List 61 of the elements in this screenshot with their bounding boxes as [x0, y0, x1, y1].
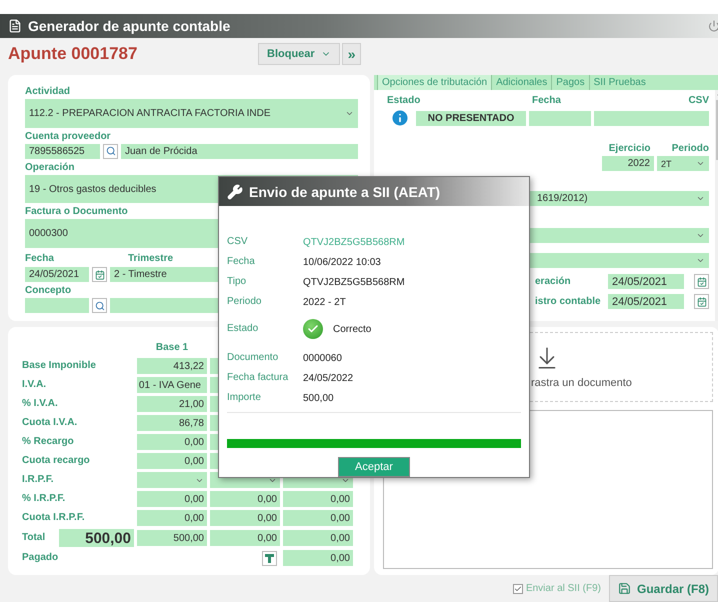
field-label: Estado	[387, 94, 422, 108]
field-value: 24/05/2022	[303, 372, 354, 384]
amount-cell: 0,00	[210, 491, 280, 507]
window-title: Generador de apunte contable	[28, 18, 230, 34]
row-label: Cuota recargo	[22, 454, 91, 468]
row-label: % I.R.P.F.	[22, 492, 66, 506]
field-label: Importe	[227, 391, 262, 405]
amount-cell: 0,00	[283, 491, 353, 507]
field-value: QTVJ2BZ5G5B568RM	[303, 276, 406, 288]
field-label: Actividad	[25, 85, 72, 99]
field-value: 500,00	[303, 392, 335, 404]
row-label: I.V.A.	[22, 378, 48, 392]
amount-cell: 413,22	[137, 358, 207, 374]
row-label: I.R.P.F.	[22, 473, 54, 487]
row-label: Base Imponible	[22, 359, 97, 373]
field-label: Fecha factura	[227, 371, 290, 385]
field-label: Factura o Documento	[25, 205, 128, 220]
field-label: Trimestre	[128, 252, 174, 266]
status-field: NO PRESENTADO	[416, 110, 526, 126]
field-label: eración	[535, 274, 572, 288]
entry-title: Apunte 0001787	[8, 44, 138, 64]
field-value: 0000060	[303, 352, 343, 364]
field-label: Documento	[227, 351, 280, 365]
row-label: Cuota I.R.P.F.	[22, 511, 86, 525]
amount-cell: 86,78	[137, 415, 207, 431]
field-label: Estado	[227, 322, 260, 336]
amount-cell: 0,00	[210, 510, 280, 526]
field-label: Fecha	[532, 94, 562, 108]
amount-cell: 500,00	[137, 530, 207, 546]
amount-cell: 0,00	[283, 510, 353, 526]
total-field: 500,00	[59, 529, 134, 547]
field-label: Tipo	[227, 275, 248, 289]
amount-cell: 21,00	[137, 396, 207, 412]
field-label: istro contable	[535, 294, 602, 308]
field-label: Fecha	[25, 252, 55, 266]
field-label: Cuenta proveedor	[25, 130, 111, 144]
field-value: 10/06/2022 10:03	[303, 256, 382, 268]
field-label: Concepto	[25, 284, 72, 298]
field-label: Periodo	[227, 295, 262, 309]
field-value: Correcto	[333, 324, 372, 334]
field-value: 2022 - 2T	[303, 296, 347, 308]
field-label: Periodo	[672, 142, 709, 156]
drop-zone-text: rastra un documento	[531, 377, 632, 389]
row-label: % I.V.A.	[22, 397, 59, 411]
field-label: Fecha	[227, 255, 256, 269]
amount-cell: 0,00	[283, 530, 353, 546]
row-label: Pagado	[22, 551, 60, 565]
field-label: CSV	[688, 94, 709, 108]
field-label: CSV	[227, 235, 249, 249]
field-label: Operación	[25, 160, 74, 175]
amount-cell: 0,00	[137, 453, 207, 469]
amount-cell: 0,00	[137, 434, 207, 450]
row-label: Cuota I.V.A.	[22, 416, 78, 430]
column-header: Base 1	[154, 341, 190, 355]
amount-cell: 0,00	[137, 491, 207, 507]
row-label: % Recargo	[22, 435, 75, 449]
field-label: Ejercicio	[608, 142, 652, 156]
amount-cell: 0,00	[137, 510, 207, 526]
amount-cell: 0,00	[210, 530, 280, 546]
amount-cell: 0,00	[283, 550, 353, 566]
row-label: Total	[22, 531, 46, 545]
